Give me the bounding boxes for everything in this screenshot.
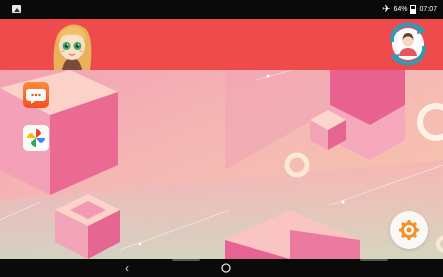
- wallpaper-art: [0, 70, 443, 259]
- clock: 07:07: [419, 6, 437, 13]
- image-notification-icon: [12, 5, 21, 13]
- home-icon[interactable]: [219, 261, 233, 275]
- back-icon[interactable]: ‹: [119, 260, 135, 276]
- battery-icon: [410, 5, 417, 14]
- battery-percent: 64%: [393, 6, 408, 13]
- status-indicators: ✈ 64% 07:07: [382, 3, 437, 16]
- sync-profile-button[interactable]: [384, 20, 432, 68]
- status-bar: ✈ 64% 07:07: [0, 0, 443, 19]
- navigation-bar: ‹: [0, 259, 443, 277]
- avatar[interactable]: [46, 19, 98, 70]
- android-screen: ✈ 64% 07:07 ‹: [0, 0, 443, 277]
- sync-profile-icon: [389, 22, 427, 66]
- nav-handle-right: [360, 259, 388, 261]
- messages-app[interactable]: [23, 82, 49, 108]
- pinwheel-icon: [27, 129, 45, 147]
- settings-button[interactable]: [390, 211, 428, 249]
- gear-icon: [399, 220, 419, 240]
- chat-bubble-icon: [26, 89, 46, 104]
- cartoon-girl-avatar-icon: [46, 19, 98, 70]
- wallpaper: [0, 70, 443, 259]
- photos-app[interactable]: [23, 125, 49, 151]
- nav-handle-left: [172, 259, 200, 261]
- airplane-icon: ✈: [382, 3, 391, 15]
